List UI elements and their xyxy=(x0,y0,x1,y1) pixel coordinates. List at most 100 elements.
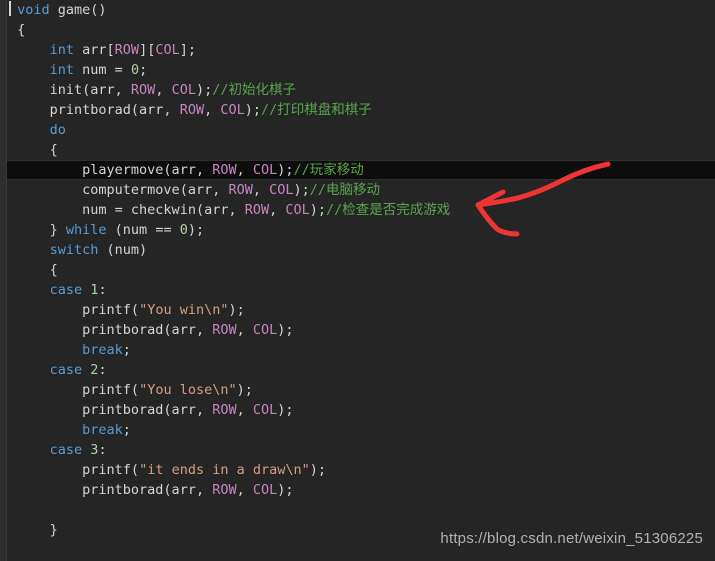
code-line[interactable] xyxy=(0,500,715,520)
code-line[interactable]: printborad(arr, ROW, COL); xyxy=(0,320,715,340)
code-token-mac: COL xyxy=(252,402,278,418)
code-token-mac: COL xyxy=(285,202,310,218)
code-token-mac: ROW xyxy=(244,202,270,218)
code-token-mac: ROW xyxy=(212,402,237,418)
code-token-str: "You lose\n" xyxy=(139,382,237,398)
code-token-kw: switch xyxy=(49,242,99,258)
code-line[interactable]: switch (num) xyxy=(0,240,715,260)
code-editor-screenshot: void game() { int arr[ROW][COL]; int num… xyxy=(0,0,715,561)
code-line[interactable]: computermove(arr, ROW, COL);//电脑移动 xyxy=(0,180,715,200)
code-token-plain: (num == xyxy=(106,222,180,238)
code-token-mac: ROW xyxy=(130,82,156,98)
code-token-plain: ); xyxy=(195,82,213,98)
code-token-plain: arr[ xyxy=(74,42,115,58)
code-token-kw: while xyxy=(65,222,107,238)
code-token-plain: ); xyxy=(277,322,294,338)
code-line[interactable]: printborad(arr, ROW, COL); xyxy=(0,400,715,420)
code-token-punc: { xyxy=(49,142,58,158)
code-line[interactable]: { xyxy=(0,140,715,160)
code-token-plain: game() xyxy=(57,2,107,18)
code-token-plain: ); xyxy=(228,302,245,318)
code-line[interactable]: printf("You lose\n"); xyxy=(0,380,715,400)
code-text-area[interactable]: void game() { int arr[ROW][COL]; int num… xyxy=(0,0,715,560)
code-token-plain: : xyxy=(98,362,107,378)
code-token-mac: COL xyxy=(171,82,196,98)
code-token-plain: init(arr, xyxy=(49,82,131,98)
code-line[interactable]: case 1: xyxy=(0,280,715,300)
code-token-punc: } xyxy=(49,222,66,238)
code-line[interactable]: int arr[ROW][COL]; xyxy=(0,40,715,60)
code-token-plain: : xyxy=(98,282,107,298)
code-line[interactable]: printborad(arr, ROW, COL);//打印棋盘和棋子 xyxy=(0,100,715,120)
code-line[interactable]: init(arr, ROW, COL);//初始化棋子 xyxy=(0,80,715,100)
code-token-plain: printborad(arr, xyxy=(82,322,213,338)
code-line[interactable]: } while (num == 0); xyxy=(0,220,715,240)
code-token-plain: ); xyxy=(236,382,253,398)
code-line[interactable]: printf("it ends in a draw\n"); xyxy=(0,460,715,480)
code-line[interactable]: void game() xyxy=(0,0,715,20)
code-token-punc: } xyxy=(49,522,58,538)
code-token-cmt: //打印棋盘和棋子 xyxy=(261,102,372,118)
code-token-cmt: //初始化棋子 xyxy=(212,82,296,98)
code-token-num: 0 xyxy=(179,222,188,238)
code-line[interactable]: num = checkwin(arr, ROW, COL);//检查是否完成游戏 xyxy=(0,200,715,220)
code-token-mac: ROW xyxy=(114,42,140,58)
code-token-kw: break xyxy=(82,422,123,438)
code-token-plain: ); xyxy=(277,402,294,418)
code-line[interactable]: break; xyxy=(0,420,715,440)
code-token-mac: COL xyxy=(155,42,180,58)
code-token-plain: playermove(arr, xyxy=(82,162,213,178)
code-line[interactable]: case 2: xyxy=(0,360,715,380)
code-line[interactable]: { xyxy=(0,260,715,280)
code-token-plain: printborad(arr, xyxy=(82,482,213,498)
code-token-plain: , xyxy=(236,482,253,498)
code-line[interactable]: case 3: xyxy=(0,440,715,460)
code-token-plain: ); xyxy=(277,482,294,498)
code-token-plain: (num) xyxy=(98,242,148,258)
code-token-mac: COL xyxy=(269,182,294,198)
code-token-mac: ROW xyxy=(228,182,253,198)
code-token-mac: COL xyxy=(252,162,278,178)
code-line[interactable]: printborad(arr, ROW, COL); xyxy=(0,480,715,500)
code-token-mac: COL xyxy=(220,102,245,118)
code-token-plain: printborad(arr, xyxy=(82,402,213,418)
code-line[interactable]: break; xyxy=(0,340,715,360)
code-token-kw: break xyxy=(82,342,123,358)
code-token-mac: COL xyxy=(252,482,278,498)
code-token-plain: ; xyxy=(139,62,148,78)
code-token-plain: ]; xyxy=(179,42,196,58)
code-line[interactable]: do xyxy=(0,120,715,140)
code-line[interactable]: playermove(arr, ROW, COL);//玩家移动 xyxy=(0,160,715,180)
code-token-plain: ); xyxy=(309,462,327,478)
code-token-mac: ROW xyxy=(179,102,205,118)
code-token-str: "it ends in a draw\n" xyxy=(139,462,310,478)
code-token-plain: printf( xyxy=(82,462,140,478)
code-line[interactable]: printf("You win\n"); xyxy=(0,300,715,320)
code-token-kw: case xyxy=(49,362,83,378)
code-token-kw: void xyxy=(17,2,50,18)
code-token-plain: , xyxy=(236,402,253,418)
code-token-plain: , xyxy=(236,162,253,178)
code-line[interactable]: { xyxy=(0,20,715,40)
code-token-plain: printborad(arr, xyxy=(49,102,180,118)
code-line[interactable]: int num = 0; xyxy=(0,60,715,80)
code-token-kw: case xyxy=(49,442,83,458)
code-token-mac: ROW xyxy=(212,322,237,338)
code-token-cmt: //玩家移动 xyxy=(293,162,364,178)
